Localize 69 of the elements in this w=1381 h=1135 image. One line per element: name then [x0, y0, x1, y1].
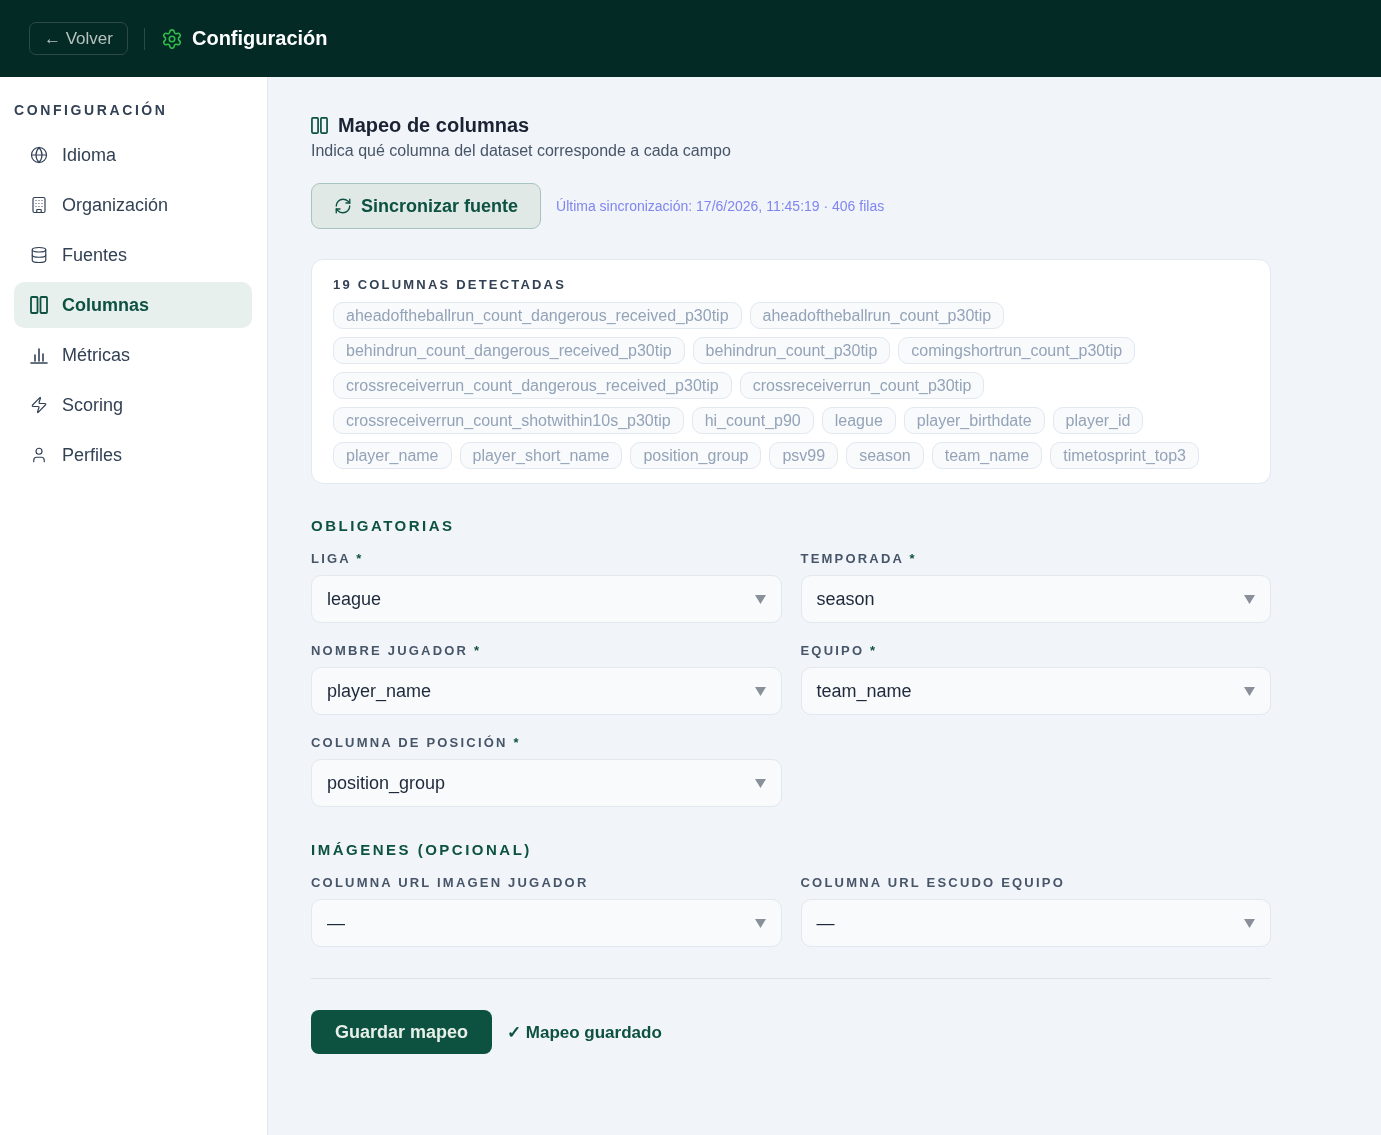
sidebar-item[interactable]: Columnas — [14, 282, 252, 328]
select-field[interactable]: position_group — [311, 759, 782, 807]
column-tag: behindrun_count_dangerous_received_p30tip — [333, 337, 685, 364]
caret-icon — [754, 594, 766, 604]
column-tag: league — [821, 407, 896, 434]
select-field[interactable]: — — [800, 899, 1271, 947]
column-tag: crossreceiverrun_count_p30tip — [739, 372, 985, 399]
field-label: COLUMNA URL ESCUDO EQUIPO — [800, 875, 1066, 890]
lightning-icon — [30, 396, 48, 414]
column-tag: aheadoftheballrun_count_dangerous_received_p30tip — [333, 302, 742, 329]
select-field[interactable]: — — [311, 899, 782, 947]
caret-icon — [754, 778, 766, 788]
settings-icon — [161, 27, 183, 50]
column-tag: position_group — [630, 442, 762, 469]
back-button[interactable]: ← Volver — [29, 22, 128, 55]
sidebar-item[interactable]: Scoring — [14, 382, 252, 428]
column-tag: season — [846, 442, 924, 469]
page-title: Mapeo de columnas — [338, 114, 530, 137]
columns-icon — [30, 296, 48, 314]
column-tag: aheadoftheballrun_count_p30tip — [749, 302, 1005, 329]
caret-icon — [1244, 594, 1255, 604]
select-field[interactable]: team_name — [800, 667, 1271, 715]
column-tag: behindrun_count_p30tip — [692, 337, 891, 364]
column-tag: player_id — [1052, 407, 1144, 434]
sync-status: Última sincronización: 17/6/2026, 11:45:19 · 406 filas — [556, 198, 885, 214]
sidebar-item[interactable]: Idioma — [14, 132, 252, 178]
caret-icon — [754, 686, 766, 696]
sidebar-item[interactable]: Perfiles — [14, 432, 252, 478]
field-label: TEMPORADA * — [800, 551, 918, 566]
section-heading: OBLIGATORIAS — [311, 517, 456, 534]
caret-icon — [1244, 918, 1255, 928]
column-tag: crossreceiverrun_count_shotwithin10s_p30tip — [333, 407, 684, 434]
sidebar-item[interactable]: Organización — [14, 182, 252, 228]
page-subtitle: Indica qué columna del dataset corresponde a cada campo — [311, 142, 732, 160]
column-tag: player_name — [333, 442, 452, 469]
refresh-icon — [334, 197, 352, 215]
bar-chart-icon — [30, 346, 48, 364]
header-title: Configuración — [192, 27, 328, 50]
column-tag: psv99 — [769, 442, 839, 469]
caret-icon — [754, 918, 766, 928]
select-field[interactable]: season — [800, 575, 1271, 623]
column-tag: crossreceiverrun_count_dangerous_received_p30tip — [333, 372, 732, 399]
card-heading: 19 COLUMNAS DETECTADAS — [333, 277, 568, 292]
section-heading: IMÁGENES (OPCIONAL) — [311, 841, 533, 858]
save-button[interactable]: Guardar mapeo — [311, 1010, 493, 1054]
sidebar-item[interactable]: Métricas — [14, 332, 252, 378]
column-tag: comingshortrun_count_p30tip — [898, 337, 1136, 364]
database-icon — [30, 246, 48, 264]
field-label: NOMBRE JUGADOR * — [311, 643, 483, 658]
column-tag: hi_count_p90 — [691, 407, 814, 434]
field-label: COLUMNA URL IMAGEN JUGADOR — [311, 875, 590, 890]
field-label: COLUMNA DE POSICIÓN * — [311, 735, 522, 750]
sync-button[interactable]: Sincronizar fuente — [311, 183, 542, 229]
caret-icon — [1244, 686, 1255, 696]
user-icon — [30, 446, 48, 464]
field-label: EQUIPO * — [800, 643, 879, 658]
column-tag: player_birthdate — [903, 407, 1045, 434]
columns-icon — [311, 117, 328, 134]
column-tag: player_short_name — [459, 442, 623, 469]
field-label: LIGA * — [311, 551, 365, 566]
column-tag: timetosprint_top3 — [1050, 442, 1199, 469]
globe-icon — [30, 146, 48, 164]
column-tag: team_name — [931, 442, 1043, 469]
sidebar-item[interactable]: Fuentes — [14, 232, 252, 278]
sidebar-heading: CONFIGURACIÓN — [14, 102, 169, 118]
save-status: ✓ Mapeo guardado — [507, 1021, 662, 1043]
building-icon — [30, 196, 48, 214]
select-field[interactable]: league — [311, 575, 782, 623]
select-field[interactable]: player_name — [311, 667, 782, 715]
